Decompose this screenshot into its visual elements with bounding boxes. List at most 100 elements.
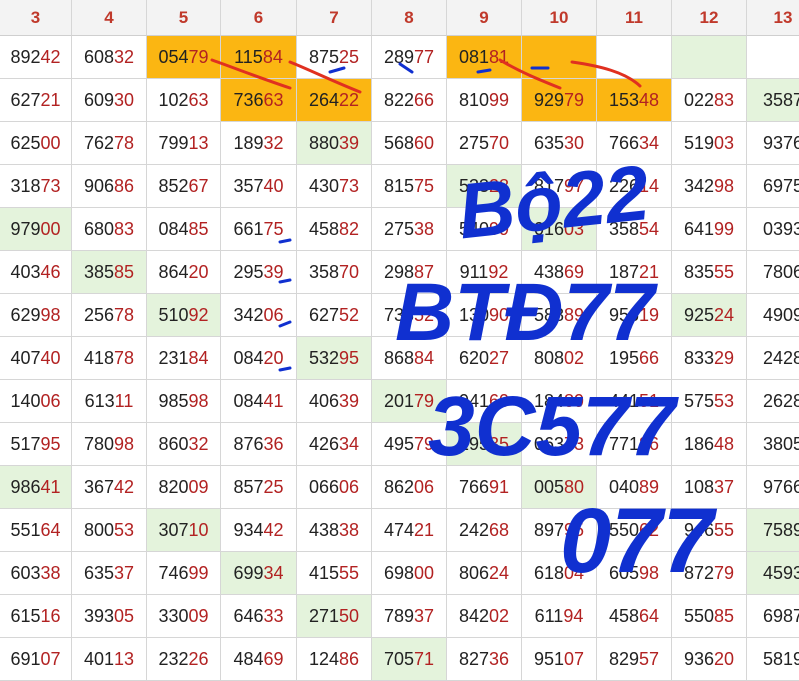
column-header: 11 bbox=[597, 0, 672, 36]
result-cell: 705 71 bbox=[372, 638, 447, 681]
cell-prefix-digits: 066 bbox=[308, 476, 339, 497]
cell-prefix-digits: 510 bbox=[158, 304, 189, 325]
result-cell: 7806 bbox=[747, 251, 799, 294]
cell-tail-digits: 22 bbox=[339, 89, 360, 110]
cell-tail-digits: 78 bbox=[114, 132, 135, 153]
cell-tail-digits: 92 bbox=[188, 304, 209, 325]
cell-tail-digits: 70 bbox=[489, 132, 510, 153]
result-cell: 438 38 bbox=[297, 509, 372, 552]
cell-tail-digits: 07 bbox=[40, 648, 61, 669]
result-cell: 625 00 bbox=[0, 122, 72, 165]
cell-tail-digits: 89 bbox=[639, 476, 660, 497]
cell-tail-digits: 55 bbox=[339, 562, 360, 583]
cell-prefix-digits: 367 bbox=[83, 476, 114, 497]
cell-tail-digits: 26 bbox=[188, 648, 209, 669]
result-cell bbox=[522, 36, 597, 79]
result-cell: 016 03 bbox=[522, 208, 597, 251]
cell-tail-digits: 38 bbox=[40, 562, 61, 583]
cell-prefix-digits: 800 bbox=[83, 519, 114, 540]
cell-tail-digits: 38 bbox=[339, 519, 360, 540]
cell-prefix-digits: 835 bbox=[683, 261, 714, 282]
result-cell: 140 06 bbox=[0, 380, 72, 423]
cell-tail-digits: 09 bbox=[188, 476, 209, 497]
result-cell: 934 42 bbox=[221, 509, 297, 552]
result-cell: 864 20 bbox=[147, 251, 221, 294]
result-cell: 911 92 bbox=[447, 251, 522, 294]
cell-tail-digits: 85 bbox=[188, 218, 209, 239]
cell-tail-digits: 41 bbox=[263, 390, 284, 411]
cell-tail-digits: 55 bbox=[714, 261, 735, 282]
cell-prefix-digits: 9766 bbox=[762, 476, 799, 497]
result-cell: 815 75 bbox=[372, 165, 447, 208]
cell-prefix-digits: 517 bbox=[10, 433, 41, 454]
result-cell: 084 41 bbox=[221, 380, 297, 423]
result-cell: 608 32 bbox=[72, 36, 147, 79]
result-cell: 880 39 bbox=[297, 122, 372, 165]
cell-tail-digits: 98 bbox=[639, 562, 660, 583]
result-cell: 575 53 bbox=[672, 380, 747, 423]
result-cell: 661 75 bbox=[221, 208, 297, 251]
cell-prefix-digits: 550 bbox=[683, 605, 714, 626]
result-cell: 495 79 bbox=[372, 423, 447, 466]
result-cell: 842 02 bbox=[447, 595, 522, 638]
column-header: 7 bbox=[297, 0, 372, 36]
cell-prefix-digits: 474 bbox=[383, 519, 414, 540]
cell-tail-digits: 36 bbox=[263, 433, 284, 454]
result-cell: 418 78 bbox=[72, 337, 147, 380]
cell-prefix-digits: 820 bbox=[158, 476, 189, 497]
result-cell: 2628 bbox=[747, 380, 799, 423]
result-cell: 698 00 bbox=[372, 552, 447, 595]
result-cell: 406 39 bbox=[297, 380, 372, 423]
result-cell: 603 38 bbox=[0, 552, 72, 595]
cell-prefix-digits: 393 bbox=[83, 605, 114, 626]
cell-tail-digits: 81 bbox=[489, 46, 510, 67]
cell-tail-digits: 55 bbox=[714, 519, 735, 540]
result-cell: 430 73 bbox=[297, 165, 372, 208]
cell-prefix-digits: 005 bbox=[533, 476, 564, 497]
cell-tail-digits: 02 bbox=[489, 605, 510, 626]
cell-prefix-digits: 407 bbox=[10, 347, 41, 368]
cell-prefix-digits: 635 bbox=[83, 562, 114, 583]
cell-tail-digits: 32 bbox=[114, 46, 135, 67]
cell-tail-digits: 25 bbox=[263, 476, 284, 497]
cell-tail-digits: 05 bbox=[114, 605, 135, 626]
cell-prefix-digits: 934 bbox=[233, 519, 264, 540]
cell-prefix-digits: 232 bbox=[158, 648, 189, 669]
result-cell: 613 11 bbox=[72, 380, 147, 423]
cell-prefix-digits: 406 bbox=[308, 390, 339, 411]
cell-prefix-digits: 613 bbox=[84, 390, 115, 411]
cell-prefix-digits: 242 bbox=[458, 519, 489, 540]
cell-tail-digits: 34 bbox=[263, 562, 284, 583]
result-cell: 226 14 bbox=[597, 165, 672, 208]
cell-prefix-digits: 264 bbox=[308, 89, 339, 110]
cell-tail-digits: 16 bbox=[40, 605, 61, 626]
cell-tail-digits: 36 bbox=[489, 648, 510, 669]
result-cell: 289 77 bbox=[372, 36, 447, 79]
result-cell: 540 99 bbox=[447, 208, 522, 251]
cell-tail-digits: 32 bbox=[263, 132, 284, 153]
result-cell: 629 98 bbox=[0, 294, 72, 337]
cell-tail-digits: 07 bbox=[564, 648, 585, 669]
cell-tail-digits: 42 bbox=[263, 519, 284, 540]
cell-prefix-digits: 852 bbox=[158, 175, 189, 196]
cell-tail-digits: 19 bbox=[639, 304, 660, 325]
result-cell: 646 33 bbox=[221, 595, 297, 638]
result-cell: 040 89 bbox=[597, 466, 672, 509]
cell-prefix-digits: 862 bbox=[383, 476, 414, 497]
cell-tail-digits: 99 bbox=[188, 562, 209, 583]
cell-prefix-digits: 780 bbox=[83, 433, 114, 454]
cell-prefix-digits: 0393 bbox=[762, 218, 799, 239]
result-cell: 852 67 bbox=[147, 165, 221, 208]
result-cell: 906 86 bbox=[72, 165, 147, 208]
result-cell: 641 99 bbox=[672, 208, 747, 251]
cell-prefix-digits: 130 bbox=[458, 304, 489, 325]
result-cell: 862 06 bbox=[372, 466, 447, 509]
cell-prefix-digits: 533 bbox=[458, 175, 489, 196]
cell-prefix-digits: 358 bbox=[608, 218, 639, 239]
cell-tail-digits: 79 bbox=[714, 562, 735, 583]
result-cell: 153 48 bbox=[597, 79, 672, 122]
cell-prefix-digits: 342 bbox=[683, 175, 714, 196]
result-cell: 9376 bbox=[747, 122, 799, 165]
cell-prefix-digits: 271 bbox=[308, 605, 339, 626]
result-cell: 936 20 bbox=[672, 638, 747, 681]
